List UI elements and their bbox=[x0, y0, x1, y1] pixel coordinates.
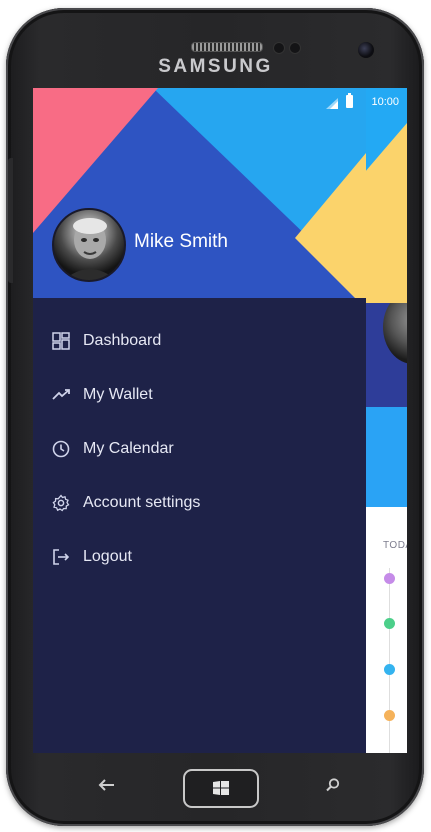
speaker-grille bbox=[191, 42, 263, 52]
search-icon[interactable] bbox=[325, 777, 341, 793]
menu-item-logout[interactable]: Logout bbox=[33, 536, 366, 580]
gear-icon bbox=[52, 494, 70, 512]
timeline-dot bbox=[384, 664, 395, 675]
side-button bbox=[8, 158, 13, 283]
light-sensor bbox=[289, 42, 301, 54]
menu-item-label: My Wallet bbox=[83, 386, 153, 403]
timeline-dot bbox=[384, 618, 395, 629]
dashboard-icon bbox=[52, 332, 70, 350]
windows-home-icon bbox=[213, 781, 229, 795]
menu-item-label: My Calendar bbox=[83, 440, 174, 457]
clock-icon bbox=[52, 440, 70, 458]
menu-item-my-wallet[interactable]: My Wallet bbox=[33, 374, 366, 418]
menu-item-my-calendar[interactable]: My Calendar bbox=[33, 428, 366, 472]
background-section-label: TODA bbox=[383, 540, 407, 551]
profile-name: Mike Smith bbox=[134, 231, 228, 252]
drawer-header: Mike Smith bbox=[33, 88, 366, 298]
back-icon[interactable] bbox=[98, 778, 116, 792]
home-button[interactable] bbox=[183, 769, 259, 808]
menu-item-label: Dashboard bbox=[83, 332, 162, 349]
timeline-dot bbox=[384, 573, 395, 584]
navigation-drawer: Mike Smith Dashboard My Wallet My Calend… bbox=[33, 88, 366, 753]
proximity-sensor bbox=[273, 42, 285, 54]
person-photo-icon bbox=[64, 218, 116, 280]
status-time: 10:00 bbox=[371, 96, 399, 108]
menu-item-dashboard[interactable]: Dashboard bbox=[33, 320, 366, 364]
timeline-line bbox=[389, 568, 390, 753]
menu-item-label: Logout bbox=[83, 548, 132, 565]
logout-icon bbox=[53, 549, 70, 565]
phone-screen: TODA bbox=[33, 88, 407, 753]
profile-avatar[interactable] bbox=[52, 208, 126, 282]
timeline-dot bbox=[384, 710, 395, 721]
device-brand: SAMSUNG bbox=[158, 56, 273, 77]
signal-icon bbox=[326, 98, 338, 109]
battery-icon bbox=[346, 93, 353, 108]
background-app-banner bbox=[366, 407, 407, 507]
trending-up-icon bbox=[52, 389, 70, 400]
menu-item-label: Account settings bbox=[83, 494, 201, 511]
menu-item-account-settings[interactable]: Account settings bbox=[33, 482, 366, 526]
status-bar: 10:00 bbox=[33, 88, 407, 116]
